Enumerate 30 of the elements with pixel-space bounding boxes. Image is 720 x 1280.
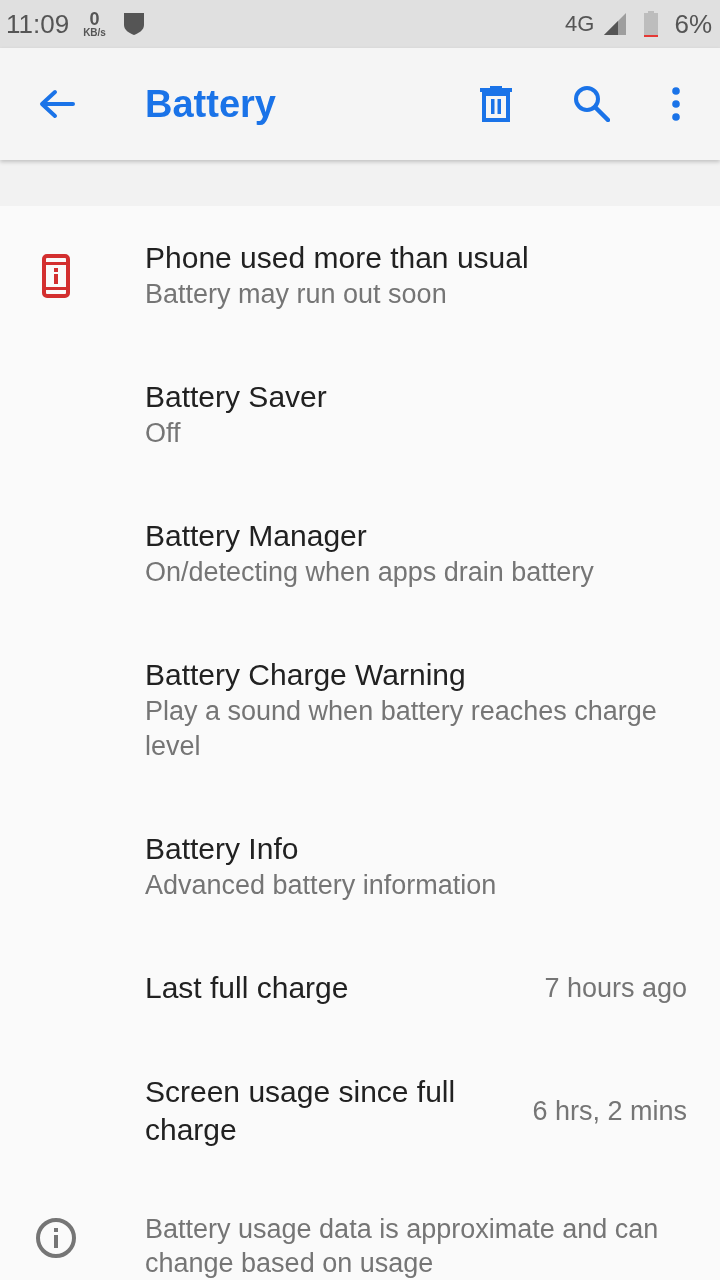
search-icon[interactable] [574, 86, 610, 122]
setting-title[interactable]: Battery Manager [145, 517, 367, 555]
setting-value: 6 hrs, 2 mins [532, 1094, 687, 1128]
setting-value: 7 hours ago [544, 971, 687, 1005]
signal-icon [604, 13, 627, 35]
net-speed-unit: KB/s [83, 28, 106, 38]
status-time: 11:09 [6, 8, 70, 40]
setting-title[interactable]: Phone used more than usual [145, 239, 529, 277]
setting-title[interactable]: Screen usage since full charge [145, 1073, 500, 1149]
setting-title[interactable]: Last full charge [145, 969, 349, 1007]
setting-summary: On/detecting when apps drain battery [145, 556, 594, 589]
info-icon [35, 1218, 76, 1258]
battery-usage-note: Battery usage data is approximate and can change based on usage [145, 1213, 660, 1280]
net-speed-value: 0 [89, 10, 100, 28]
setting-title[interactable]: Battery Charge Warning [145, 656, 466, 694]
setting-summary: Play a sound when battery reaches charge level [145, 695, 658, 763]
shield-icon [123, 13, 144, 35]
battery-percentage: 6% [674, 8, 712, 40]
more-options-icon[interactable] [672, 87, 680, 121]
setting-title[interactable]: Battery Info [145, 830, 299, 868]
back-arrow-icon[interactable] [39, 89, 75, 119]
phone-alert-icon [41, 253, 70, 298]
battery-icon [644, 11, 659, 37]
setting-summary: Battery may run out soon [145, 278, 447, 311]
setting-summary: Advanced battery information [145, 869, 497, 902]
page-title: Battery [145, 82, 276, 126]
trash-icon[interactable] [480, 86, 512, 122]
setting-title[interactable]: Battery Saver [145, 378, 327, 416]
setting-summary: Off [145, 417, 181, 450]
network-type: 4G [565, 11, 595, 37]
